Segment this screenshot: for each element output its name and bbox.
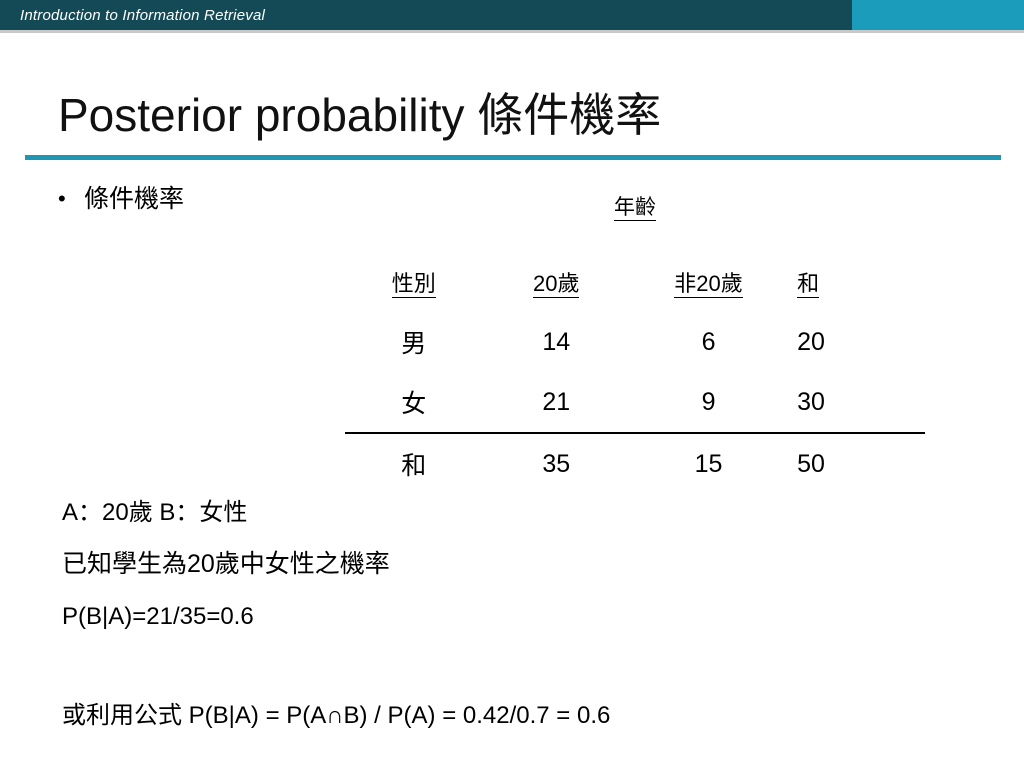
page-title: Posterior probability 條件機率: [58, 89, 662, 141]
table-row: 男 14 6 20: [345, 312, 925, 372]
cell-grand-total: 50: [787, 432, 925, 494]
banner-left-band: Introduction to Information Retrieval: [0, 0, 852, 30]
cell-female-non-age20: 9: [701, 387, 716, 416]
probability-calculation: P(B|A)=21/35=0.6: [62, 603, 254, 630]
row-label-female: 女: [401, 390, 427, 418]
problem-description: 已知學生為20歲中女性之機率: [62, 550, 390, 578]
table-column-header-total-text: 和: [797, 271, 820, 298]
table-header-row: 性別 20歲 非20歲 和: [345, 252, 925, 312]
table-column-header-total: 和: [787, 252, 925, 312]
table-group-header-text: 年齡: [614, 196, 656, 221]
cell-total-age20: 35: [482, 432, 630, 494]
events-definition: A：20歲 B：女性: [62, 499, 248, 526]
cell-male-total: 20: [797, 327, 825, 356]
course-title: Introduction to Information Retrieval: [20, 6, 266, 24]
cell-male-age20: 14: [542, 327, 571, 356]
bullet-item: • 條件機率: [58, 182, 184, 216]
cell-total-non-age20: 15: [629, 432, 788, 494]
row-label-male: 男: [401, 330, 427, 358]
table-totals-row: 和 35 15 50: [345, 432, 925, 494]
contingency-table: 性別 20歲 非20歲 和 男 14 6 20 女 21 9 30 和 35 1…: [345, 252, 925, 494]
table-column-header-non-age20-text: 非20歲: [674, 271, 743, 298]
cell-female-age20: 21: [542, 387, 571, 416]
table-group-header: 年齡: [568, 194, 702, 222]
table-column-header-gender-text: 性別: [391, 271, 436, 298]
title-divider: [25, 155, 1001, 160]
bullet-marker: •: [58, 186, 66, 211]
cell-female-total: 30: [797, 387, 825, 416]
banner-right-band: [852, 0, 1024, 30]
cell-male-non-age20: 6: [701, 327, 716, 356]
table-column-header-age20-text: 20歲: [533, 271, 580, 298]
banner-underline: [0, 30, 1024, 33]
table-column-header-non-age20: 非20歲: [630, 252, 787, 312]
table-row: 女 21 9 30: [345, 372, 925, 433]
top-banner: Introduction to Information Retrieval: [0, 0, 1024, 30]
table-column-header-gender: 性別: [345, 252, 483, 312]
table-column-header-age20: 20歲: [483, 252, 630, 312]
bullet-label: 條件機率: [84, 185, 185, 213]
bayes-formula-line: 或利用公式 P(B|A) = P(A∩B) / P(A) = 0.42/0.7 …: [62, 702, 611, 729]
row-label-total: 和: [345, 432, 483, 494]
